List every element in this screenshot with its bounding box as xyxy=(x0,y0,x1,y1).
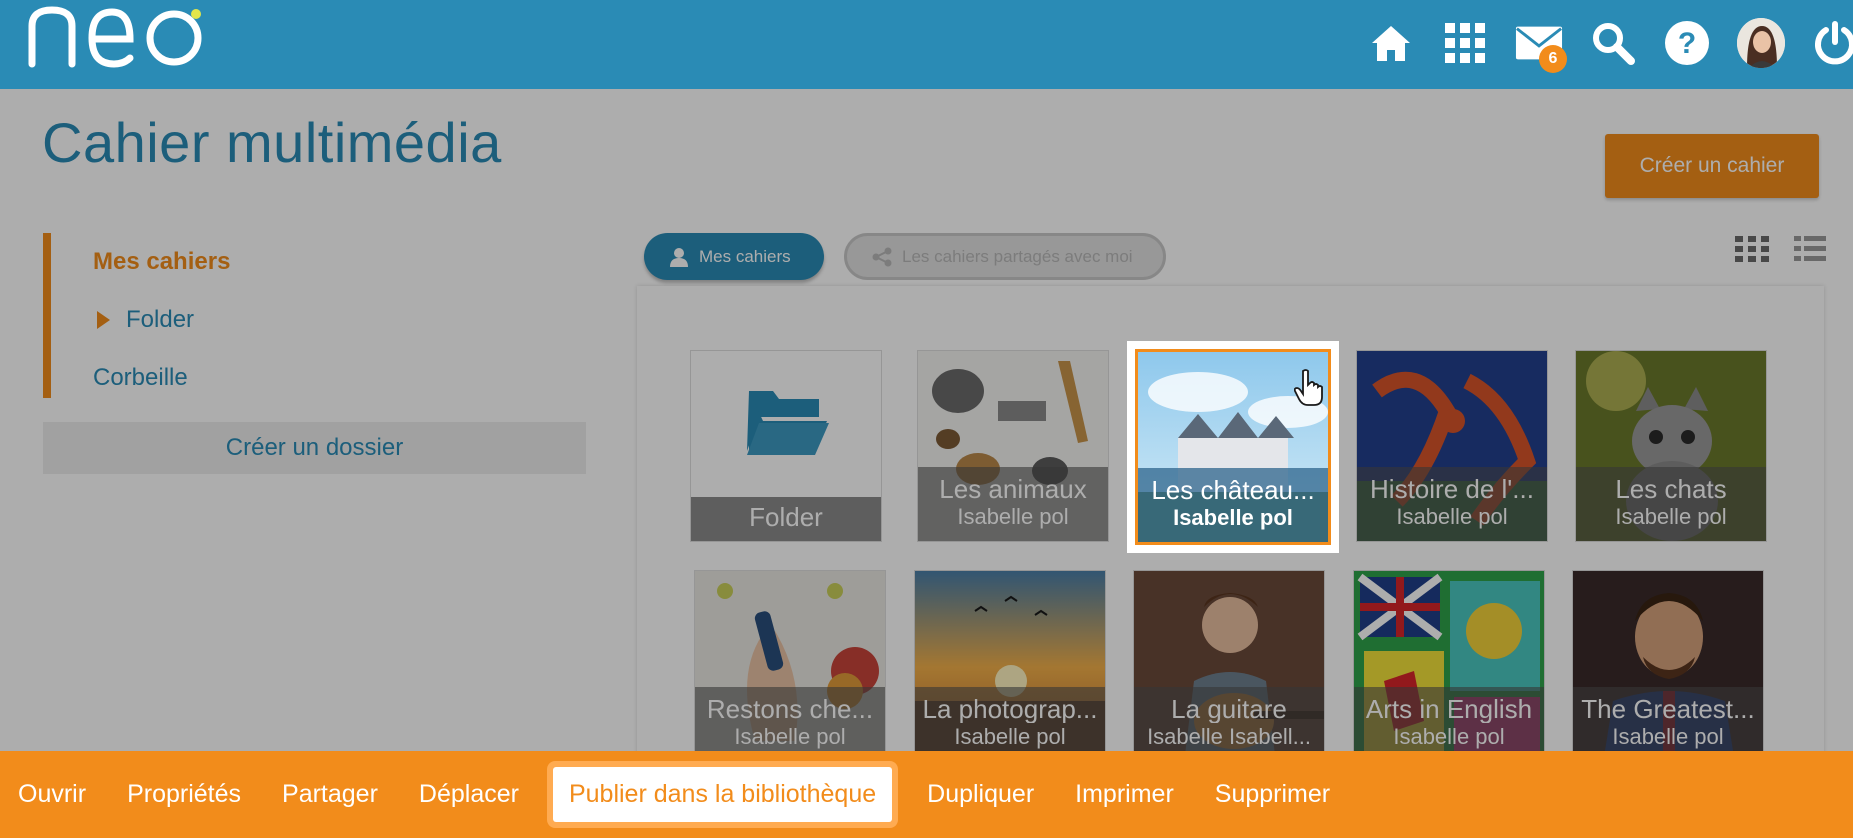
create-folder-button[interactable]: Créer un dossier xyxy=(43,422,586,474)
mail-count-badge: 6 xyxy=(1539,45,1567,73)
card-title: La photograp... xyxy=(922,695,1098,723)
svg-text:?: ? xyxy=(1678,27,1696,60)
caret-right-icon[interactable] xyxy=(97,311,110,329)
avatar[interactable] xyxy=(1737,18,1785,68)
top-bar: 6 ? xyxy=(0,0,1853,89)
sidebar-item-label: Corbeille xyxy=(93,364,188,391)
user-icon xyxy=(669,247,689,267)
grid-view-icon[interactable] xyxy=(1732,234,1772,264)
notebook-card[interactable]: La photograp... Isabelle pol xyxy=(914,570,1106,762)
neo-logo[interactable] xyxy=(22,0,242,79)
share-icon xyxy=(872,247,892,267)
mail-icon[interactable]: 6 xyxy=(1515,19,1567,73)
card-owner: Isabelle pol xyxy=(734,724,846,749)
share-button[interactable]: Partager xyxy=(282,780,378,809)
properties-button[interactable]: Propriétés xyxy=(127,780,241,809)
move-button[interactable]: Déplacer xyxy=(419,780,519,809)
tab-label: Les cahiers partagés avec moi xyxy=(902,246,1133,266)
notebook-card[interactable]: The Greatest... Isabelle pol xyxy=(1572,570,1764,762)
notebook-filter-tabs: Mes cahiers Les cahiers partagés avec mo… xyxy=(644,233,1186,280)
card-owner: Isabelle Isabell... xyxy=(1147,724,1311,749)
notebook-card[interactable]: Histoire de l'... Isabelle pol xyxy=(1356,350,1548,542)
card-owner: Isabelle pol xyxy=(1615,504,1727,529)
power-icon[interactable] xyxy=(1811,19,1853,67)
card-title: Restons che... xyxy=(706,695,874,723)
sidebar-item-folder[interactable]: Folder xyxy=(93,291,586,349)
sidebar-item-trash[interactable]: Corbeille xyxy=(93,349,586,407)
action-toolbar: Ouvrir Propriétés Partager Déplacer Publ… xyxy=(0,751,1853,838)
list-view-icon[interactable] xyxy=(1790,234,1830,264)
notebook-card[interactable]: La guitare Isabelle Isabell... xyxy=(1133,570,1325,762)
hand-pointer-icon xyxy=(1293,369,1324,412)
card-owner: Isabelle pol xyxy=(1393,724,1505,749)
card-title: Arts in English xyxy=(1365,695,1533,723)
card-owner: Isabelle pol xyxy=(1173,505,1293,530)
card-title: The Greatest... xyxy=(1581,695,1755,723)
view-mode-toggles xyxy=(1714,234,1830,264)
delete-button[interactable]: Supprimer xyxy=(1215,780,1330,809)
card-title: Les chats xyxy=(1615,475,1727,503)
sidebar-item-my-notebooks[interactable]: Mes cahiers xyxy=(93,233,586,291)
card-owner: Isabelle pol xyxy=(1612,724,1724,749)
card-title: Folder xyxy=(749,503,823,531)
print-button[interactable]: Imprimer xyxy=(1075,780,1174,809)
tab-my-notebooks[interactable]: Mes cahiers xyxy=(644,233,824,280)
notebook-card[interactable]: Restons che... Isabelle pol xyxy=(694,570,886,762)
sidebar-item-label: Folder xyxy=(126,306,195,333)
duplicate-button[interactable]: Dupliquer xyxy=(927,780,1034,809)
sidebar-item-label: Mes cahiers xyxy=(93,248,231,275)
home-icon[interactable] xyxy=(1367,19,1415,67)
card-title: La guitare xyxy=(1171,695,1287,723)
notebook-card[interactable]: Arts in English Isabelle pol xyxy=(1353,570,1545,762)
tab-shared-notebooks[interactable]: Les cahiers partagés avec moi xyxy=(844,233,1166,280)
card-title: Histoire de l'... xyxy=(1370,475,1534,503)
open-button[interactable]: Ouvrir xyxy=(18,780,86,809)
publish-library-button[interactable]: Publier dans la bibliothèque xyxy=(552,767,893,822)
card-title: Les château... xyxy=(1151,476,1315,504)
card-owner: Isabelle pol xyxy=(1396,504,1508,529)
page-title: Cahier multimédia xyxy=(42,111,502,174)
folder-card[interactable]: Folder xyxy=(690,350,882,542)
apps-grid-icon[interactable] xyxy=(1441,19,1489,67)
notebook-card[interactable]: Les chats Isabelle pol xyxy=(1575,350,1767,542)
tab-label: Mes cahiers xyxy=(699,246,791,266)
create-notebook-button[interactable]: Créer un cahier xyxy=(1605,134,1819,198)
help-icon[interactable]: ? xyxy=(1663,19,1711,67)
card-title: Les animaux xyxy=(939,475,1087,503)
card-owner: Isabelle pol xyxy=(954,724,1066,749)
card-owner: Isabelle pol xyxy=(957,504,1069,529)
folder-tree: Mes cahiers Folder Corbeille xyxy=(43,233,586,398)
search-icon[interactable] xyxy=(1589,19,1637,67)
sidebar: Mes cahiers Folder Corbeille Créer un do… xyxy=(43,233,586,474)
notebook-card[interactable]: Les animaux Isabelle pol xyxy=(917,350,1109,542)
